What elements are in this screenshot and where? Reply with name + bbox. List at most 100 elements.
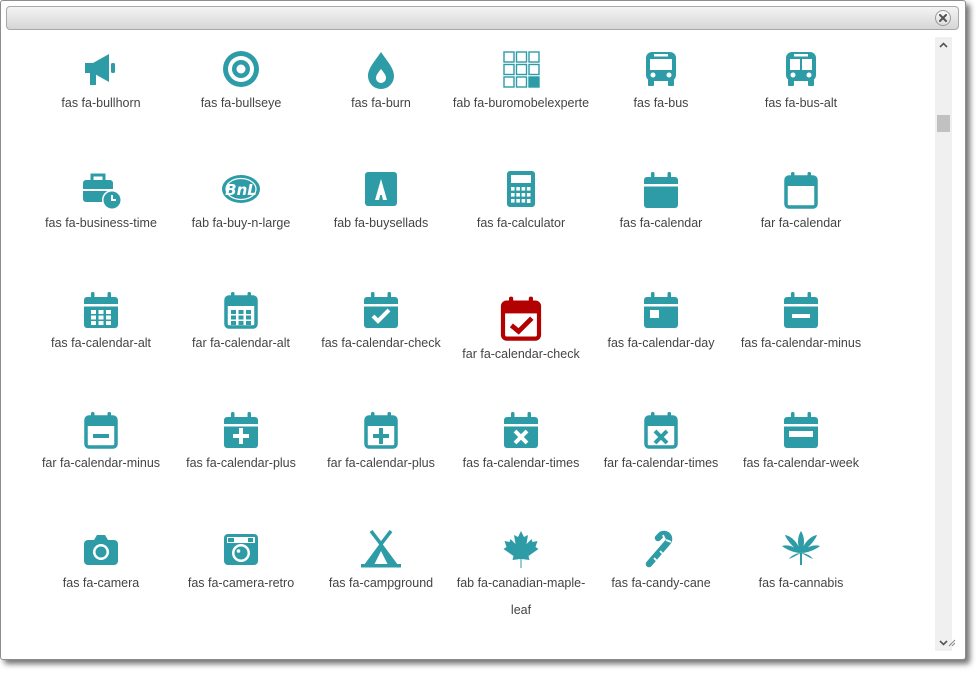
burn-icon — [368, 52, 394, 89]
icon-option[interactable]: fas fa-camera — [31, 513, 171, 593]
icon-option[interactable]: fas fa-campground — [311, 513, 451, 593]
calendar-alt-outline-icon — [224, 292, 258, 329]
icon-option-label: fab fa-buy-n-large — [191, 216, 291, 230]
icon-option-label: far fa-calendar — [760, 216, 842, 230]
icon-option-label: far fa-calendar-plus — [327, 456, 435, 470]
candy-cane-icon — [645, 530, 673, 568]
icon-option-label: fas fa-camera-retro — [187, 576, 295, 590]
icon-option[interactable]: fas fa-bullseye — [171, 33, 311, 113]
bus-icon — [646, 52, 676, 86]
svg-text:BnL: BnL — [225, 181, 257, 199]
icon-option-label: fas fa-calendar-check — [321, 336, 441, 350]
icon-option[interactable]: fas fa-calendar-minus — [731, 273, 871, 353]
scroll-thumb[interactable] — [937, 115, 950, 132]
icon-option[interactable]: BnL fab fa-buy-n-large — [171, 153, 311, 233]
icon-option[interactable]: fas fa-calendar-week — [731, 393, 871, 473]
icon-option[interactable]: fab fa-canadian-maple-leaf — [451, 513, 591, 617]
camera-retro-icon — [224, 534, 258, 565]
icon-option-label: fas fa-campground — [328, 576, 434, 590]
calendar-times-outline-icon — [644, 412, 678, 449]
bullhorn-icon — [85, 54, 115, 85]
icon-option[interactable]: fas fa-calendar-plus — [171, 393, 311, 473]
buysellads-icon — [365, 172, 397, 206]
cannabis-icon — [782, 531, 820, 565]
chevron-down-icon — [939, 640, 948, 646]
calendar-check-outline-icon — [500, 296, 542, 341]
icon-option-label: fas fa-burn — [351, 96, 411, 110]
icon-option-label: far fa-calendar-times — [603, 456, 719, 470]
icon-option-label: fas fa-calendar-week — [742, 456, 860, 470]
icon-option-label: far fa-calendar-check — [462, 347, 580, 361]
icon-option[interactable]: fas fa-candy-cane — [591, 513, 731, 593]
dialog-titlebar[interactable] — [6, 6, 959, 30]
icon-option[interactable]: far fa-calendar-plus — [311, 393, 451, 473]
icon-option[interactable]: fab fa-buysellads — [311, 153, 451, 233]
scroll-up-button[interactable] — [935, 37, 952, 53]
icon-option[interactable]: fas fa-calendar-alt — [31, 273, 171, 353]
icon-option[interactable]: fas fa-bullhorn — [31, 33, 171, 113]
buromobelexperte-icon — [503, 51, 540, 88]
icon-option[interactable]: fas fa-business-time — [31, 153, 171, 233]
calendar-alt-icon — [84, 292, 118, 328]
icon-grid: fas fa-bullhorn fas fa-bullseye fas fa-bur… — [6, 33, 934, 653]
icon-option-label: fas fa-calendar-times — [462, 456, 580, 470]
icon-option[interactable]: far fa-calendar-alt — [171, 273, 311, 353]
calendar-plus-icon — [224, 412, 258, 448]
icon-option[interactable]: fas fa-calendar-check — [311, 273, 451, 353]
calendar-day-icon — [644, 292, 678, 328]
resize-grip-icon[interactable] — [948, 639, 956, 647]
calendar-minus-outline-icon — [84, 412, 118, 449]
icon-option-label: fas fa-calculator — [476, 216, 566, 230]
icon-option-label: fas fa-cannabis — [758, 576, 844, 590]
icon-option[interactable]: fas fa-cannabis — [731, 513, 871, 593]
calendar-minus-icon — [784, 292, 818, 328]
icon-option-label: fas fa-bullseye — [200, 96, 282, 110]
calendar-outline-icon — [784, 172, 818, 209]
vertical-scrollbar[interactable] — [935, 37, 952, 651]
icon-option-selected[interactable]: far fa-calendar-check — [451, 273, 591, 361]
icon-option-label: fas fa-calendar-day — [607, 336, 715, 350]
buy-n-large-icon: BnL — [222, 175, 260, 203]
icon-option[interactable]: far fa-calendar — [731, 153, 871, 233]
icon-option-label: fab fa-canadian-maple-leaf — [456, 576, 586, 617]
bus-alt-icon — [786, 52, 816, 86]
calculator-icon — [507, 171, 535, 207]
icon-option[interactable]: fas fa-calendar — [591, 153, 731, 233]
business-time-icon — [83, 173, 121, 209]
icon-option-label: fas fa-camera — [62, 576, 140, 590]
icon-option[interactable]: fas fa-calendar-day — [591, 273, 731, 353]
calendar-times-icon — [504, 412, 538, 448]
icon-option-label: fab fa-buysellads — [333, 216, 429, 230]
icon-option-label: far fa-calendar-alt — [192, 336, 290, 350]
icon-option-label: fas fa-calendar-alt — [50, 336, 152, 350]
icon-option[interactable]: far fa-calendar-times — [591, 393, 731, 473]
icon-picker-dialog: fas fa-bullhorn fas fa-bullseye fas fa-bur… — [0, 0, 966, 660]
icon-option[interactable]: fas fa-calendar-times — [451, 393, 591, 473]
icon-option[interactable]: fas fa-bus-alt — [731, 33, 871, 113]
icon-option-label: fab fa-buromobelexperte — [452, 96, 590, 110]
icon-option-label: far fa-calendar-minus — [41, 456, 161, 470]
icon-option[interactable]: fas fa-bus — [591, 33, 731, 113]
close-button[interactable] — [935, 10, 951, 26]
icon-option-label: fas fa-bullhorn — [61, 96, 141, 110]
icon-option[interactable]: far fa-calendar-minus — [31, 393, 171, 473]
icon-option[interactable]: fas fa-burn — [311, 33, 451, 113]
icon-option[interactable]: fab fa-buromobelexperte — [451, 33, 591, 113]
icon-option-label: fas fa-bus — [633, 96, 689, 110]
canadian-maple-leaf-icon — [503, 531, 539, 568]
bullseye-icon — [223, 51, 259, 87]
calendar-check-icon — [364, 292, 398, 328]
icon-option[interactable]: fas fa-camera-retro — [171, 513, 311, 593]
icon-option-label: fas fa-candy-cane — [611, 576, 711, 590]
icon-option-label: fas fa-business-time — [45, 216, 157, 230]
icon-option-label: fas fa-calendar-minus — [740, 336, 862, 350]
calendar-plus-outline-icon — [364, 412, 398, 449]
icon-option[interactable]: fas fa-calculator — [451, 153, 591, 233]
calendar-week-icon — [784, 412, 818, 448]
icon-option-label: fas fa-calendar-plus — [186, 456, 296, 470]
campground-icon — [361, 529, 401, 568]
calendar-icon — [644, 172, 678, 208]
icon-option-label: fas fa-bus-alt — [764, 96, 838, 110]
icon-option-label: fas fa-calendar — [619, 216, 703, 230]
camera-icon — [84, 535, 118, 565]
